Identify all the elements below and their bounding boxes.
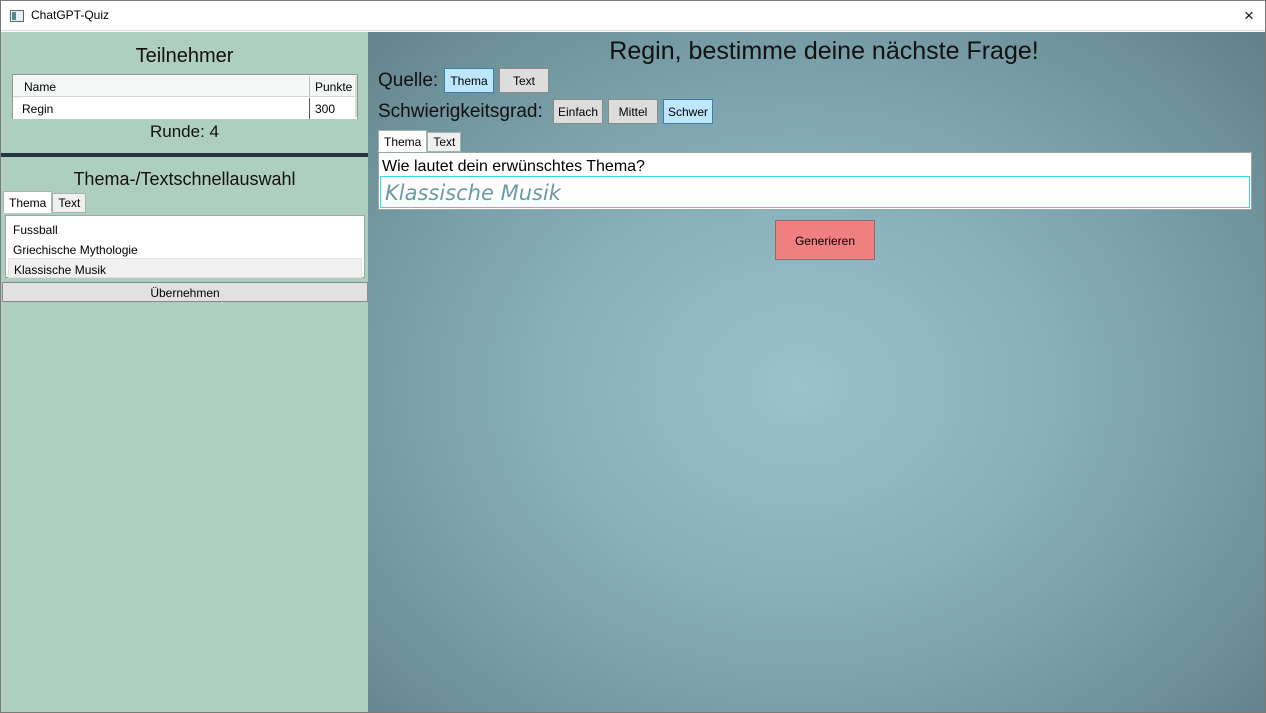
generate-button[interactable]: Generieren	[775, 220, 875, 260]
panel-splitter[interactable]	[1, 153, 368, 157]
topic-tab-content: Wie lautet dein erwünschtes Thema?	[378, 152, 1252, 210]
participants-grid[interactable]: Name Punkte Regin 300	[12, 74, 358, 119]
page-title: Regin, bestimme deine nächste Frage!	[609, 37, 1039, 65]
cell-name[interactable]: Regin	[22, 102, 53, 116]
cell-points[interactable]: 300	[315, 102, 335, 116]
quick-select-list[interactable]: Fussball Griechische Mythologie Klassisc…	[5, 215, 365, 278]
source-text-button[interactable]: Text	[499, 68, 549, 93]
grid-edge	[355, 76, 357, 117]
column-divider[interactable]	[309, 76, 310, 97]
left-panel: Teilnehmer Name Punkte Regin 300 Runde: …	[1, 32, 368, 712]
topic-question: Wie lautet dein erwünschtes Thema?	[382, 158, 645, 175]
quick-select-tabs: Thema Text	[3, 191, 87, 213]
difficulty-medium-button[interactable]: Mittel	[608, 99, 658, 124]
tab-thema[interactable]: Thema	[378, 130, 428, 152]
list-item[interactable]: Griechische Mythologie	[8, 239, 362, 259]
app-window: ChatGPT-Quiz × Teilnehmer Name Punkte Re…	[0, 0, 1266, 713]
source-label: Quelle:	[378, 70, 439, 91]
close-icon[interactable]: ×	[1233, 1, 1265, 31]
list-item[interactable]: Fussball	[8, 219, 362, 239]
tab-text[interactable]: Text	[52, 193, 87, 213]
cell-divider	[309, 98, 310, 119]
difficulty-label: Schwierigkeitsgrad:	[378, 101, 543, 122]
apply-button[interactable]: Übernehmen	[2, 282, 368, 302]
participants-heading: Teilnehmer	[135, 45, 234, 67]
difficulty-easy-button[interactable]: Einfach	[553, 99, 603, 124]
input-mode-tabs: Thema Text	[378, 130, 462, 152]
title-bar: ChatGPT-Quiz ×	[1, 1, 1265, 31]
list-item-selected[interactable]: Klassische Musik	[8, 258, 362, 278]
topic-input[interactable]	[380, 176, 1250, 208]
tab-thema[interactable]: Thema	[3, 191, 53, 213]
column-header-name[interactable]: Name	[24, 80, 56, 94]
main-panel: Regin, bestimme deine nächste Frage! Que…	[368, 32, 1265, 712]
tab-text[interactable]: Text	[427, 132, 462, 152]
app-icon	[10, 10, 24, 22]
difficulty-hard-button[interactable]: Schwer	[663, 99, 713, 124]
quick-select-heading: Thema-/Textschnellauswahl	[73, 169, 296, 189]
column-header-points[interactable]: Punkte	[315, 80, 352, 94]
window-title: ChatGPT-Quiz	[31, 8, 110, 22]
round-label: Runde: 4	[150, 122, 219, 141]
grid-header-row: Name Punkte	[13, 76, 357, 97]
source-thema-button[interactable]: Thema	[444, 68, 494, 93]
table-row[interactable]: Regin 300	[13, 98, 357, 119]
